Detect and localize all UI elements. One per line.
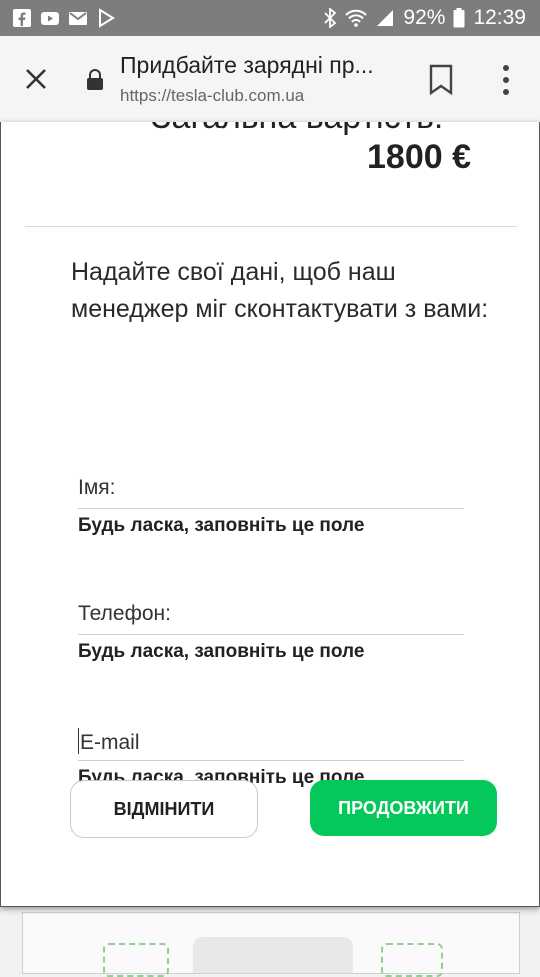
- bookmark-icon[interactable]: [428, 64, 454, 96]
- phone-field-underline[interactable]: [78, 634, 464, 635]
- cancel-button[interactable]: ВІДМІНИТИ: [70, 780, 258, 838]
- more-options-icon[interactable]: [496, 62, 516, 98]
- lock-icon: [87, 69, 103, 90]
- total-cost-heading: Загальна вартість:: [151, 122, 443, 137]
- clock-time: 12:39: [473, 6, 526, 29]
- continue-button[interactable]: ПРОДОВЖИТИ: [310, 780, 497, 836]
- gmail-icon: [69, 12, 87, 25]
- background-badge: [381, 943, 443, 977]
- bluetooth-icon: [324, 8, 337, 28]
- facebook-icon: [13, 9, 31, 27]
- divider: [25, 226, 517, 227]
- play-store-icon: [99, 8, 115, 28]
- battery-percent: 92%: [403, 6, 446, 29]
- contact-modal: Загальна вартість: 1800 € Надайте свої д…: [0, 122, 540, 907]
- name-field-label: Імя:: [78, 476, 116, 499]
- text-cursor: [78, 728, 79, 754]
- name-field[interactable]: Імя: Будь ласка, заповніть це поле: [78, 476, 464, 537]
- name-field-error: Будь ласка, заповніть це поле: [78, 515, 365, 536]
- email-field-label: E-mail: [78, 728, 464, 756]
- page-title: Придбайте зарядні пр...: [120, 52, 374, 78]
- email-field-underline[interactable]: [78, 760, 464, 761]
- phone-field-label: Телефон:: [78, 602, 171, 625]
- signal-icon: [377, 10, 394, 26]
- name-field-underline[interactable]: [78, 508, 464, 509]
- phone-field-error: Будь ласка, заповніть це поле: [78, 641, 365, 662]
- status-bar: 92% 12:39: [0, 0, 540, 36]
- wifi-icon: [345, 9, 368, 27]
- browser-toolbar: Придбайте зарядні пр... https://tesla-cl…: [0, 36, 540, 123]
- battery-icon: [453, 8, 465, 28]
- close-icon[interactable]: [18, 61, 54, 97]
- page-url[interactable]: https://tesla-club.com.ua: [120, 86, 304, 106]
- youtube-icon: [41, 12, 59, 25]
- total-price: 1800 €: [367, 138, 471, 176]
- background-product-image: [193, 937, 353, 973]
- email-field-label-text: E-mail: [80, 731, 140, 754]
- background-page: [22, 912, 520, 977]
- phone-field[interactable]: Телефон: Будь ласка, заповніть це поле: [78, 602, 464, 663]
- background-badge: [103, 943, 169, 977]
- intro-text: Надайте свої дані, щоб наш менеджер міг …: [71, 258, 489, 323]
